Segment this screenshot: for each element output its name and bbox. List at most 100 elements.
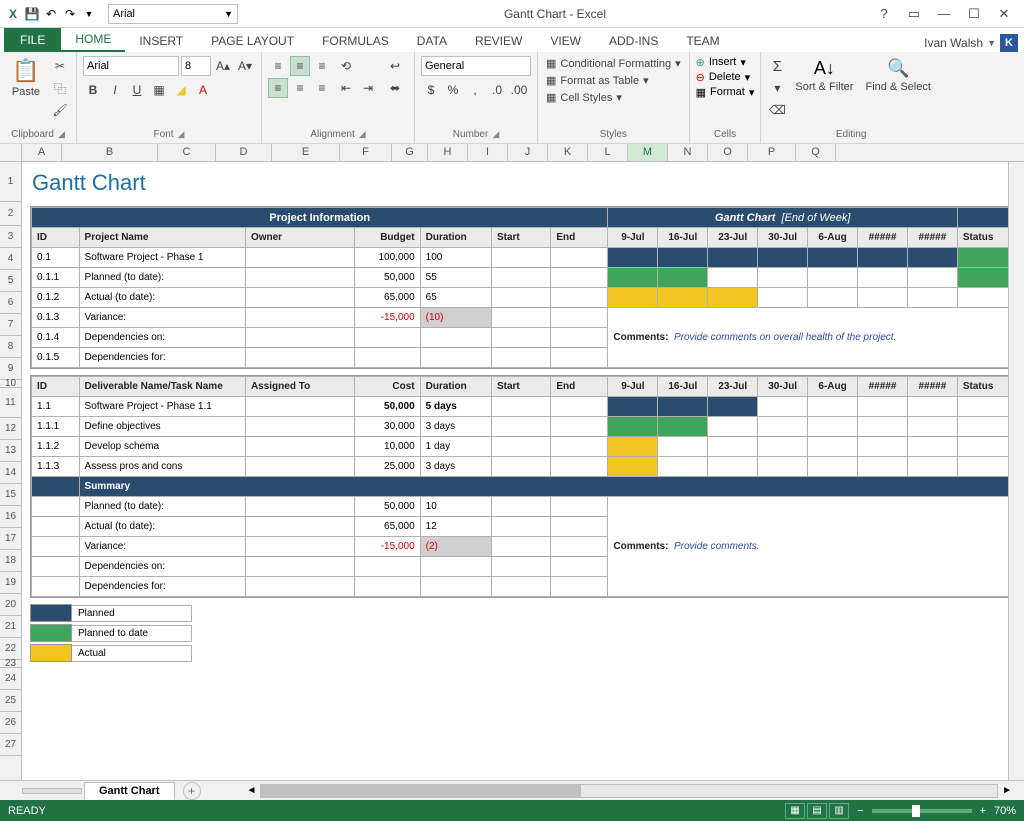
insert-cells-button[interactable]: ⊕Insert ▾ (696, 56, 755, 69)
column-header-I[interactable]: I (468, 144, 508, 161)
column-header-G[interactable]: G (392, 144, 428, 161)
user-name[interactable]: Ivan Walsh (924, 36, 983, 50)
column-header-E[interactable]: E (272, 144, 340, 161)
dialog-launcher-icon[interactable]: ◢ (492, 129, 499, 140)
border-button[interactable]: ▦ (149, 80, 169, 100)
cell-styles-button[interactable]: ▦Cell Styles ▾ (544, 90, 683, 105)
bold-button[interactable]: B (83, 80, 103, 100)
row-header[interactable]: 24 (0, 668, 21, 690)
tab-team[interactable]: TEAM (672, 30, 733, 52)
sheet-tab-blank[interactable] (22, 788, 82, 794)
align-middle-icon[interactable]: ≡ (290, 56, 310, 76)
column-header-K[interactable]: K (548, 144, 588, 161)
tab-view[interactable]: VIEW (536, 30, 595, 52)
tab-home[interactable]: HOME (61, 28, 125, 52)
align-top-icon[interactable]: ≡ (268, 56, 288, 76)
undo-icon[interactable]: ↶ (43, 6, 59, 22)
row-header[interactable]: 8 (0, 336, 21, 358)
percent-format-icon[interactable]: % (443, 80, 463, 100)
decrease-font-icon[interactable]: A▾ (235, 56, 255, 76)
row-header[interactable]: 6 (0, 292, 21, 314)
increase-decimal-icon[interactable]: .0 (487, 80, 507, 100)
qat-dropdown-icon[interactable]: ▼ (81, 6, 97, 22)
column-header-M[interactable]: M (628, 144, 668, 161)
format-painter-icon[interactable]: 🖌 (50, 100, 70, 120)
column-header-N[interactable]: N (668, 144, 708, 161)
align-left-icon[interactable]: ≡ (268, 78, 288, 98)
copy-icon[interactable]: ⿻ (50, 78, 70, 98)
row-header[interactable]: 17 (0, 528, 21, 550)
fill-icon[interactable]: ▾ (767, 78, 787, 98)
tab-addins[interactable]: ADD-INS (595, 30, 672, 52)
font-name-input[interactable] (83, 56, 179, 76)
row-header[interactable]: 1 (0, 162, 21, 202)
vertical-scrollbar[interactable] (1008, 162, 1024, 780)
close-icon[interactable]: ✕ (992, 4, 1016, 24)
clear-icon[interactable]: ⌫ (767, 100, 787, 120)
column-header-D[interactable]: D (216, 144, 272, 161)
column-header-P[interactable]: P (748, 144, 796, 161)
column-header-Q[interactable]: Q (796, 144, 836, 161)
comma-format-icon[interactable]: , (465, 80, 485, 100)
save-icon[interactable]: 💾 (24, 6, 40, 22)
tab-formulas[interactable]: FORMULAS (308, 30, 403, 52)
row-header[interactable]: 7 (0, 314, 21, 336)
dialog-launcher-icon[interactable]: ◢ (58, 129, 65, 140)
sheet-tab-gantt[interactable]: Gantt Chart (84, 782, 175, 800)
zoom-out-button[interactable]: − (857, 805, 863, 817)
delete-cells-button[interactable]: ⊖Delete ▾ (696, 71, 755, 84)
tab-review[interactable]: REVIEW (461, 30, 536, 52)
row-header[interactable]: 4 (0, 248, 21, 270)
tab-insert[interactable]: INSERT (125, 30, 197, 52)
wrap-text-icon[interactable]: ↩ (382, 56, 408, 76)
row-header[interactable]: 9 (0, 358, 21, 380)
row-header[interactable]: 12 (0, 418, 21, 440)
add-sheet-button[interactable]: + (183, 782, 201, 800)
user-badge[interactable]: K (1000, 34, 1018, 52)
underline-button[interactable]: U (127, 80, 147, 100)
row-header[interactable]: 10 (0, 380, 21, 388)
column-header-J[interactable]: J (508, 144, 548, 161)
accounting-format-icon[interactable]: $ (421, 80, 441, 100)
qat-font-dropdown[interactable]: Arial ▼ (108, 4, 238, 24)
decrease-indent-icon[interactable]: ⇤ (336, 78, 356, 98)
column-header-H[interactable]: H (428, 144, 468, 161)
row-header[interactable]: 15 (0, 484, 21, 506)
row-header[interactable]: 20 (0, 594, 21, 616)
redo-icon[interactable]: ↷ (62, 6, 78, 22)
row-header[interactable]: 19 (0, 572, 21, 594)
row-header[interactable]: 5 (0, 270, 21, 292)
zoom-level[interactable]: 70% (994, 805, 1016, 817)
orientation-icon[interactable]: ⟲ (336, 56, 356, 76)
number-format-input[interactable] (421, 56, 531, 76)
dialog-launcher-icon[interactable]: ◢ (178, 129, 185, 140)
row-header[interactable]: 25 (0, 690, 21, 712)
align-right-icon[interactable]: ≡ (312, 78, 332, 98)
column-header-A[interactable]: A (22, 144, 62, 161)
row-header[interactable]: 2 (0, 202, 21, 226)
maximize-icon[interactable]: ☐ (962, 4, 986, 24)
row-header[interactable]: 16 (0, 506, 21, 528)
zoom-in-button[interactable]: + (980, 805, 986, 817)
find-select-button[interactable]: 🔍 Find & Select (861, 56, 934, 95)
align-bottom-icon[interactable]: ≡ (312, 56, 332, 76)
row-header[interactable]: 27 (0, 734, 21, 756)
row-header[interactable]: 22 (0, 638, 21, 660)
column-header-L[interactable]: L (588, 144, 628, 161)
row-header[interactable]: 3 (0, 226, 21, 248)
tab-page-layout[interactable]: PAGE LAYOUT (197, 30, 308, 52)
zoom-slider[interactable] (872, 809, 972, 813)
font-size-input[interactable] (181, 56, 211, 76)
increase-font-icon[interactable]: A▴ (213, 56, 233, 76)
conditional-formatting-button[interactable]: ▦Conditional Formatting ▾ (544, 56, 683, 71)
column-header-F[interactable]: F (340, 144, 392, 161)
row-header[interactable]: 13 (0, 440, 21, 462)
paste-button[interactable]: 📋 Paste (6, 56, 46, 100)
fill-color-button[interactable]: ◢ (171, 80, 191, 100)
font-color-button[interactable]: A (193, 80, 213, 100)
horizontal-scrollbar[interactable]: ◄ ► (243, 784, 1017, 798)
column-header-B[interactable]: B (62, 144, 158, 161)
cut-icon[interactable]: ✂ (50, 56, 70, 76)
worksheet[interactable]: Gantt Chart Project InformationGantt Cha… (22, 162, 1024, 780)
column-header-O[interactable]: O (708, 144, 748, 161)
